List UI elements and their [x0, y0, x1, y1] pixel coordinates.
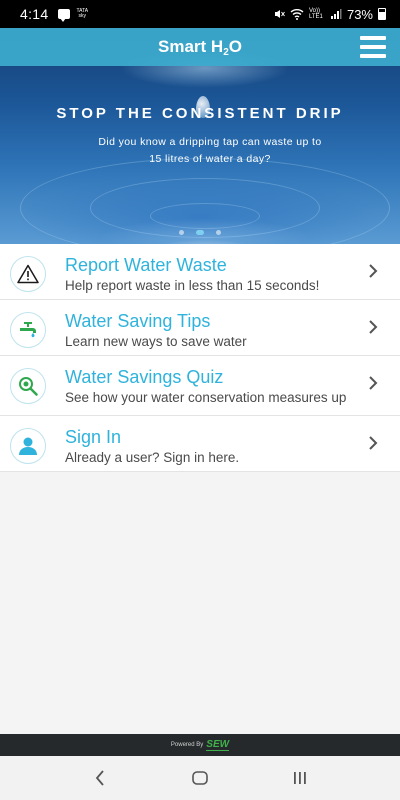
- powered-by-footer: Powered By SEW: [0, 734, 400, 756]
- chevron-right-icon: [369, 376, 378, 390]
- battery-icon: [378, 8, 386, 20]
- menu-item-subtitle: Learn new ways to save water: [65, 334, 247, 349]
- menu-item-subtitle: Already a user? Sign in here.: [65, 450, 240, 465]
- menu-item-report-water-waste[interactable]: Report Water Waste Help report waste in …: [0, 244, 400, 300]
- menu-item-subtitle: See how your water conservation measures…: [65, 390, 347, 405]
- hero-subtext: Did you know a dripping tap can waste up…: [70, 134, 350, 168]
- wifi-icon: [290, 9, 304, 20]
- menu-item-water-saving-tips[interactable]: Water Saving Tips Learn new ways to save…: [0, 300, 400, 356]
- status-time: 4:14: [20, 6, 49, 22]
- ripple-decoration: [150, 203, 260, 229]
- magnifier-icon: [10, 368, 46, 404]
- warning-icon: [10, 256, 46, 292]
- back-icon[interactable]: [88, 766, 112, 790]
- hero-headline: STOP THE CONSISTENT DRIP: [56, 105, 344, 122]
- menu-bar: [360, 45, 386, 49]
- sew-logo: SEW: [206, 738, 230, 751]
- powered-by-label: Powered By: [170, 742, 204, 748]
- user-icon: [10, 428, 46, 464]
- menu-item-title: Sign In: [65, 427, 122, 447]
- app-title: Smart H2O: [158, 37, 242, 58]
- tap-icon: [10, 312, 46, 348]
- battery-percent: 73%: [346, 6, 373, 22]
- menu-item-title: Water Savings Quiz: [65, 367, 224, 387]
- chevron-right-icon: [369, 320, 378, 334]
- carousel-dot-active[interactable]: [196, 230, 204, 235]
- menu-bar: [360, 54, 386, 58]
- app-header: Smart H2O: [0, 28, 400, 66]
- carousel-dot[interactable]: [179, 230, 184, 235]
- signal-icon: [330, 9, 342, 19]
- app-title-main: Smart H: [158, 36, 224, 56]
- app-title-end: O: [228, 36, 242, 56]
- menu-bar: [360, 36, 386, 40]
- chevron-right-icon: [369, 436, 378, 450]
- menu-item-title: Report Water Waste: [65, 255, 227, 275]
- status-right-icons: Vo)) LTE1 73%: [273, 7, 386, 22]
- message-icon: [58, 9, 71, 22]
- recents-icon[interactable]: [288, 766, 312, 790]
- main-menu-list: Report Water Waste Help report waste in …: [0, 244, 400, 472]
- mute-icon: [274, 10, 285, 18]
- hero-subtext-line2: 15 litres of water a day?: [149, 153, 271, 165]
- carousel-dot[interactable]: [216, 230, 221, 235]
- menu-item-water-savings-quiz[interactable]: Water Savings Quiz See how your water co…: [0, 356, 400, 416]
- home-icon[interactable]: [188, 766, 212, 790]
- carrier-line2: sky: [78, 13, 87, 19]
- carousel-indicator: [0, 230, 400, 235]
- network-label: Vo)) LTE1: [308, 8, 323, 20]
- carrier-label: TATA sky: [76, 9, 88, 19]
- hero-subtext-line1: Did you know a dripping tap can waste up…: [98, 136, 322, 148]
- menu-item-title: Water Saving Tips: [65, 311, 211, 331]
- status-left-icons: TATA sky: [58, 9, 88, 22]
- chevron-right-icon: [369, 264, 378, 278]
- hamburger-menu-icon[interactable]: [360, 36, 386, 58]
- menu-item-sign-in[interactable]: Sign In Already a user? Sign in here.: [0, 416, 400, 472]
- menu-item-subtitle: Help report waste in less than 15 second…: [65, 278, 320, 293]
- status-bar: 4:14 TATA sky Vo)) LTE1 73%: [0, 0, 400, 28]
- system-nav-bar: [0, 756, 400, 800]
